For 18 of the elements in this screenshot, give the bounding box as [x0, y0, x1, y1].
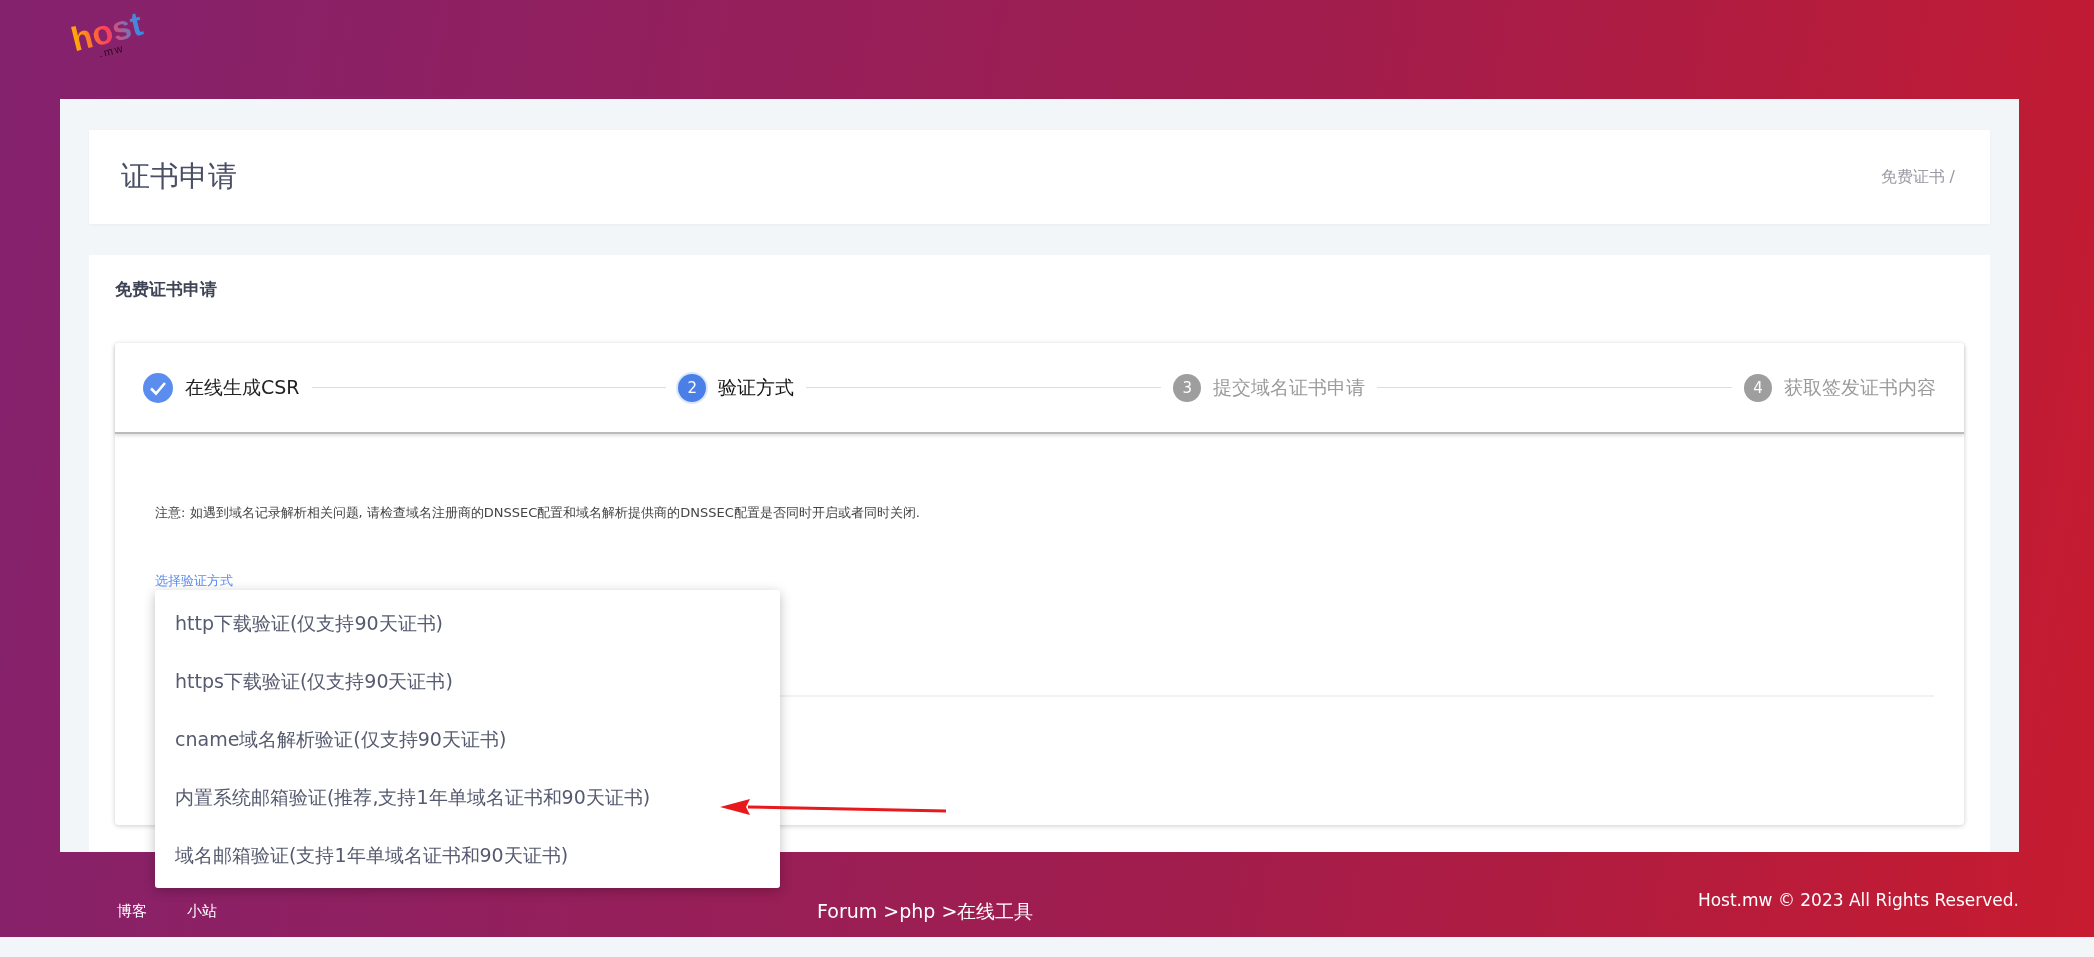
footer-link[interactable]: 博客	[117, 902, 147, 921]
copyright-text: Host.mw © 2023 All Rights Reserved.	[1697, 888, 2019, 910]
footer-breadcrumb[interactable]: Forum >php >在线工具	[817, 898, 1034, 925]
dropdown-option[interactable]: 内置系统邮箱验证(推荐,支持1年单域名证书和90天证书)	[155, 768, 780, 826]
dropdown-option[interactable]: 域名邮箱验证(支持1年单域名证书和90天证书)	[155, 826, 780, 884]
step-number: 3	[1173, 373, 1202, 402]
step-number: 2	[678, 373, 707, 402]
step-item[interactable]: 在线生成CSR	[143, 372, 300, 403]
step-item[interactable]: 2 验证方式	[678, 373, 795, 402]
page-title: 证书申请	[121, 158, 237, 195]
select-label: 选择验证方式	[155, 572, 233, 590]
footer-link[interactable]: 小站	[187, 902, 217, 921]
dropdown-option[interactable]: cname域名解析验证(仅支持90天证书)	[155, 710, 780, 768]
step-number: 4	[1744, 373, 1772, 402]
dropdown-option[interactable]: https下载验证(仅支持90天证书)	[155, 652, 780, 710]
card-title: 免费证书申请	[115, 278, 218, 301]
dropdown-option[interactable]: http下载验证(仅支持90天证书)	[155, 594, 780, 652]
notice-text: 注意: 如遇到域名记录解析相关问题, 请检查域名注册商的DNSSEC配置和域名解析提供商的DNSSEC配置是否同时开启或者同时关闭.	[155, 504, 921, 522]
